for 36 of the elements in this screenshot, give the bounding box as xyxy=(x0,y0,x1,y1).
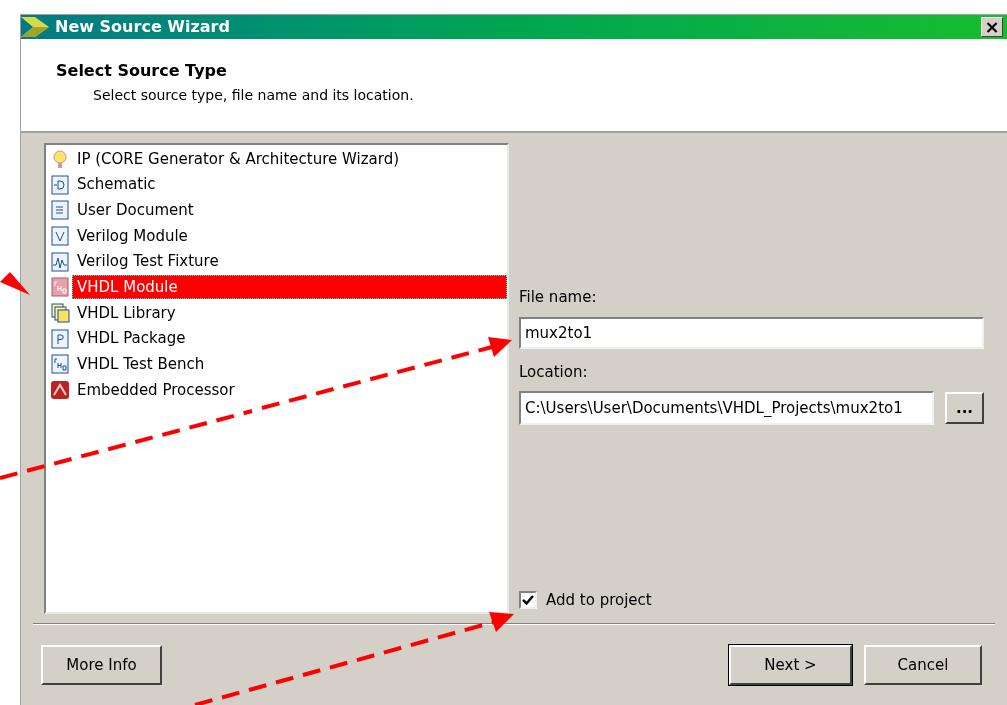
list-item[interactable]: VHDL Library xyxy=(72,300,507,325)
checkbox-label: Add to project xyxy=(546,589,652,611)
document-icon xyxy=(50,328,70,349)
page-title: Select Source Type xyxy=(56,60,228,82)
list-item[interactable]: VHDL Module xyxy=(72,275,507,300)
chevron-logo-icon xyxy=(21,16,51,38)
list-item[interactable]: VHDL Test Bench xyxy=(72,352,507,377)
document-icon xyxy=(50,225,70,246)
list-item[interactable]: VHDL Package xyxy=(72,326,507,351)
chip-icon xyxy=(50,380,70,401)
file-name-field[interactable]: mux2to1 xyxy=(519,316,984,349)
document-icon xyxy=(50,277,70,298)
field-label: Location: xyxy=(519,361,589,383)
list-item[interactable]: Schematic xyxy=(72,172,507,197)
list-item[interactable]: Verilog Test Fixture xyxy=(72,249,507,274)
arrow-drawing xyxy=(0,272,30,295)
location-field[interactable]: C:\Users\User\Documents\VHDL_Projects\mux2to1 xyxy=(519,391,934,425)
document-icon xyxy=(50,354,70,375)
checkbox[interactable] xyxy=(519,590,537,609)
list-item[interactable]: Verilog Module xyxy=(72,223,507,248)
window-title: New Source Wizard xyxy=(55,16,230,38)
waveform-document-icon xyxy=(50,251,70,272)
browse-button[interactable]: ... xyxy=(945,392,984,424)
field-label: File name: xyxy=(519,287,598,308)
list-item[interactable]: IP (CORE Generator & Architecture Wizard) xyxy=(72,146,507,171)
more-info-button[interactable]: More Info xyxy=(41,645,162,685)
list-item[interactable]: Embedded Processor xyxy=(72,378,507,403)
document-icon xyxy=(50,174,70,195)
list-item[interactable]: User Document xyxy=(72,198,507,223)
cancel-button[interactable]: Cancel xyxy=(864,645,982,685)
stacked-files-icon xyxy=(50,302,70,323)
next-button[interactable]: Next > xyxy=(729,645,852,685)
page-subtitle: Select source type, file name and its location. xyxy=(93,86,415,105)
close-button[interactable]: × xyxy=(981,17,1003,37)
document-icon xyxy=(50,200,70,221)
lightbulb-icon xyxy=(50,148,70,169)
